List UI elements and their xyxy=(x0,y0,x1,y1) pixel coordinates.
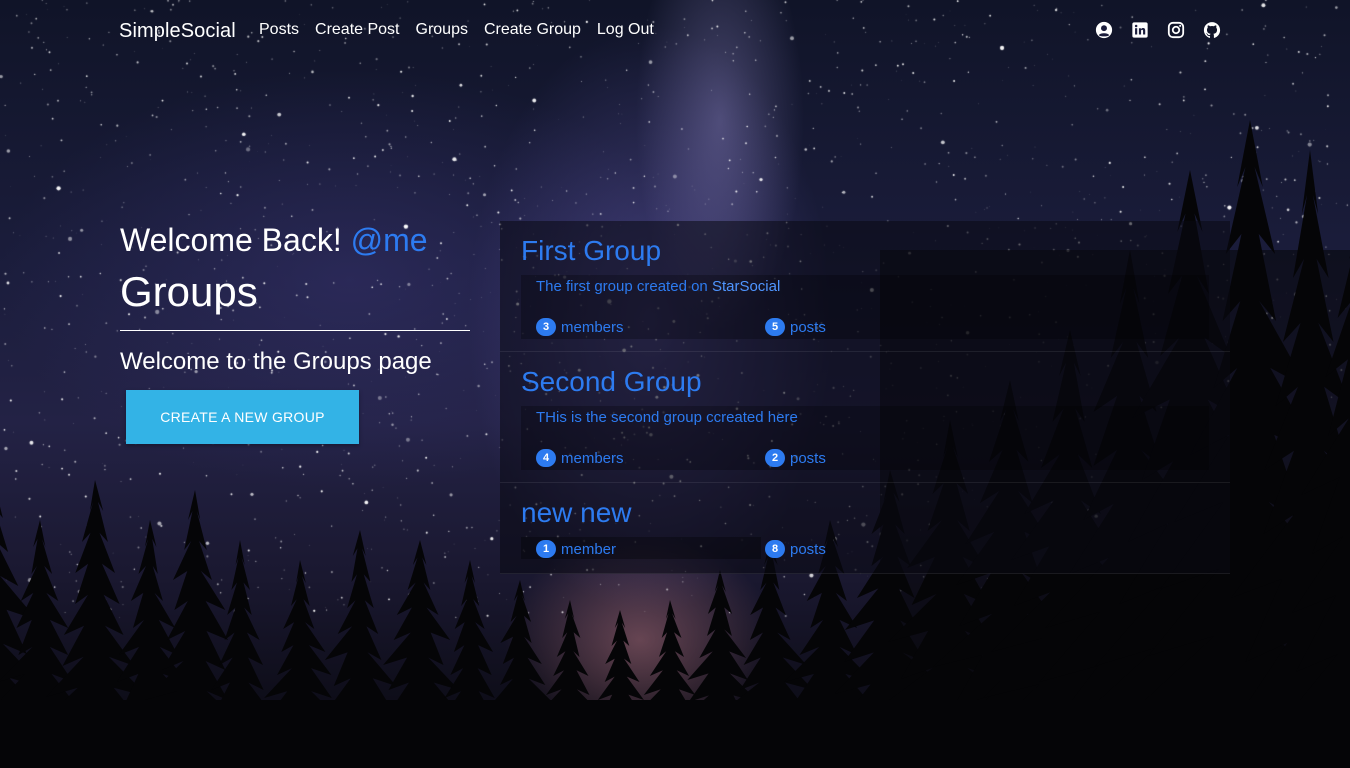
nav-links: Posts Create Post Groups Create Group Lo… xyxy=(251,21,662,39)
group-description: The first group created on StarSocial xyxy=(536,278,780,295)
post-count-badge: 2 xyxy=(765,449,785,467)
post-count: 5 posts xyxy=(765,318,826,336)
page-lead: Welcome to the Groups page xyxy=(120,348,432,375)
member-count-label: members xyxy=(561,449,624,467)
member-count-label: members xyxy=(561,318,624,336)
member-count-badge: 1 xyxy=(536,540,556,558)
group-name[interactable]: First Group xyxy=(521,235,661,267)
nav-link-log-out[interactable]: Log Out xyxy=(589,21,662,39)
welcome-heading: Welcome Back! @me xyxy=(120,222,428,259)
create-group-button[interactable]: CREATE A NEW GROUP xyxy=(126,390,359,444)
instagram-icon[interactable] xyxy=(1167,21,1185,39)
post-count: 8 posts xyxy=(765,540,826,558)
social-links xyxy=(1095,21,1221,39)
group-description-link: StarSocial xyxy=(711,278,781,295)
linkedin-icon[interactable] xyxy=(1131,21,1149,39)
post-count-label: posts xyxy=(790,449,826,467)
member-count: 4 members xyxy=(536,449,624,467)
group-list: First Group The first group created on S… xyxy=(500,221,1230,574)
user-circle-icon[interactable] xyxy=(1095,21,1113,39)
nav-link-groups[interactable]: Groups xyxy=(408,21,476,39)
nav-link-create-group[interactable]: Create Group xyxy=(476,21,589,39)
group-name[interactable]: Second Group xyxy=(521,366,702,398)
page-title: Groups xyxy=(120,268,258,315)
group-list-item[interactable]: First Group The first group created on S… xyxy=(500,221,1230,352)
group-name[interactable]: new new xyxy=(521,497,632,529)
group-description-text: The first group created on xyxy=(536,278,712,295)
group-list-item[interactable]: Second Group THis is the second group cc… xyxy=(500,352,1230,483)
member-count-label: member xyxy=(561,540,617,558)
group-description: THis is the second group ccreated here xyxy=(536,409,798,426)
post-count: 2 posts xyxy=(765,449,826,467)
post-count-badge: 8 xyxy=(765,540,785,558)
group-description-text: THis is the second group ccreated here xyxy=(536,409,798,426)
nav-link-posts[interactable]: Posts xyxy=(251,21,307,39)
post-count-badge: 5 xyxy=(765,318,785,336)
member-count-badge: 4 xyxy=(536,449,556,467)
member-count: 3 members xyxy=(536,318,624,336)
group-list-item[interactable]: new new 1 member 8 posts xyxy=(500,483,1230,574)
post-count-label: posts xyxy=(790,540,826,558)
post-count-label: posts xyxy=(790,318,826,336)
member-count-badge: 3 xyxy=(536,318,556,336)
navbar: SimpleSocial Posts Create Post Groups Cr… xyxy=(0,0,1350,62)
nav-link-create-post[interactable]: Create Post xyxy=(307,21,407,39)
username-link[interactable]: @me xyxy=(351,222,428,258)
divider xyxy=(120,330,470,331)
member-count: 1 member xyxy=(536,540,616,558)
welcome-text: Welcome Back! xyxy=(120,222,342,258)
brand-logo[interactable]: SimpleSocial xyxy=(119,20,236,43)
github-icon[interactable] xyxy=(1203,21,1221,39)
